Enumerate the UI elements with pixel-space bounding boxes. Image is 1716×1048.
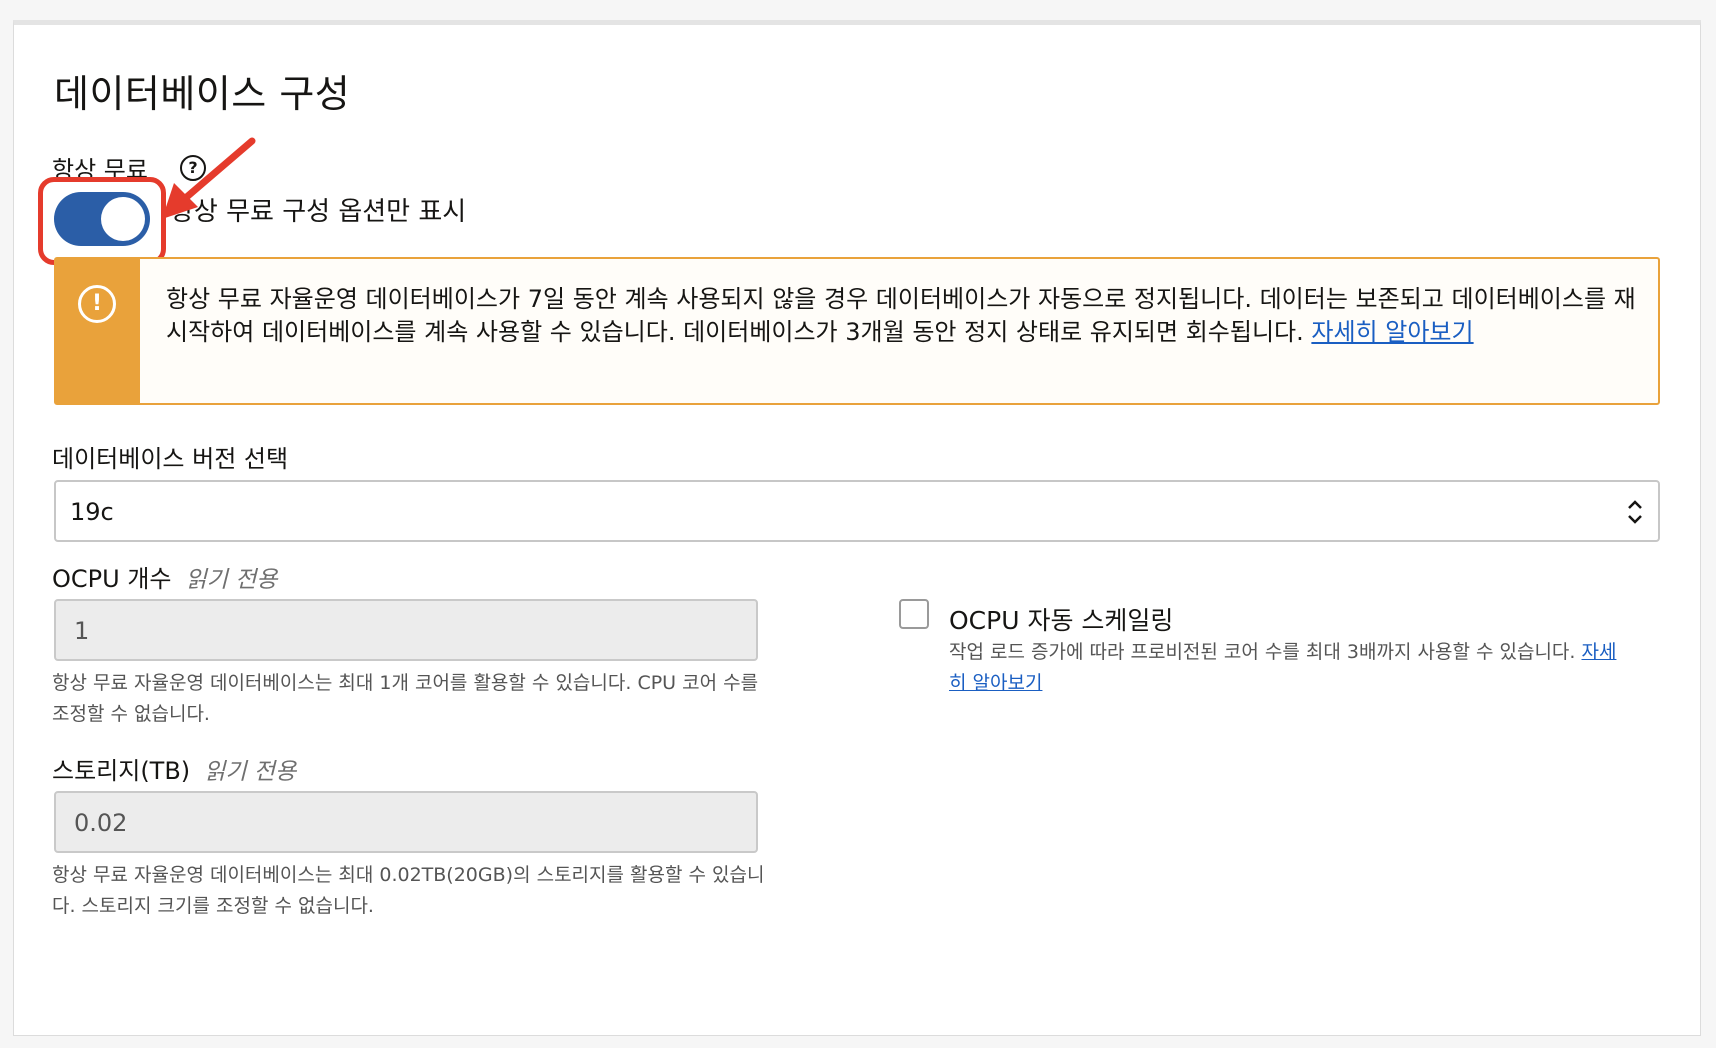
storage-input: 0.02: [54, 791, 758, 853]
autoscaling-hint-text: 작업 로드 증가에 따라 프로비전된 코어 수를 최대 3배까지 사용할 수 있…: [949, 641, 1582, 663]
warning-learn-more-link[interactable]: 자세히 알아보기: [1311, 318, 1473, 346]
autoscaling-label: OCPU 자동 스케일링: [949, 606, 1174, 635]
storage-label: 스토리지(TB): [52, 757, 191, 785]
storage-readonly-tag: 읽기 전용: [204, 759, 297, 785]
autoscaling-checkbox[interactable]: [899, 599, 929, 629]
storage-value: 0.02: [74, 809, 128, 837]
warning-accent-bar: !: [56, 259, 140, 403]
database-config-panel: 데이터베이스 구성 항상 무료 ? 항상 무료 구성 옵션만 표시 ! 항상 무…: [13, 20, 1701, 1036]
storage-hint: 항상 무료 자율운영 데이터베이스는 최대 0.02TB(20GB)의 스토리지…: [52, 864, 765, 917]
db-version-label: 데이터베이스 버전 선택: [52, 445, 289, 473]
chevron-updown-icon: [1628, 500, 1642, 524]
ocpu-label: OCPU 개수: [52, 565, 172, 593]
autoscaling-hint: 작업 로드 증가에 따라 프로비전된 코어 수를 최대 3배까지 사용할 수 있…: [949, 637, 1629, 699]
storage-label-row: 스토리지(TB) 읽기 전용: [52, 751, 296, 786]
ocpu-label-row: OCPU 개수 읽기 전용: [52, 559, 277, 594]
section-title: 데이터베이스 구성: [54, 72, 351, 116]
red-arrow-annotation: [162, 137, 256, 219]
warning-message: ! 항상 무료 자율운영 데이터베이스가 7일 동안 계속 사용되지 않을 경우…: [54, 257, 1660, 405]
warning-icon: !: [78, 285, 116, 323]
ocpu-input: 1: [54, 599, 758, 661]
always-free-toggle[interactable]: [54, 192, 150, 246]
ocpu-hint: 항상 무료 자율운영 데이터베이스는 최대 1개 코어를 활용할 수 있습니다.…: [52, 672, 759, 725]
db-version-select[interactable]: 19c: [54, 480, 1660, 542]
toggle-knob: [101, 197, 145, 241]
ocpu-value: 1: [74, 617, 90, 645]
ocpu-readonly-tag: 읽기 전용: [185, 567, 278, 593]
warning-text: 항상 무료 자율운영 데이터베이스가 7일 동안 계속 사용되지 않을 경우 데…: [166, 283, 1646, 349]
db-version-value: 19c: [70, 498, 114, 526]
